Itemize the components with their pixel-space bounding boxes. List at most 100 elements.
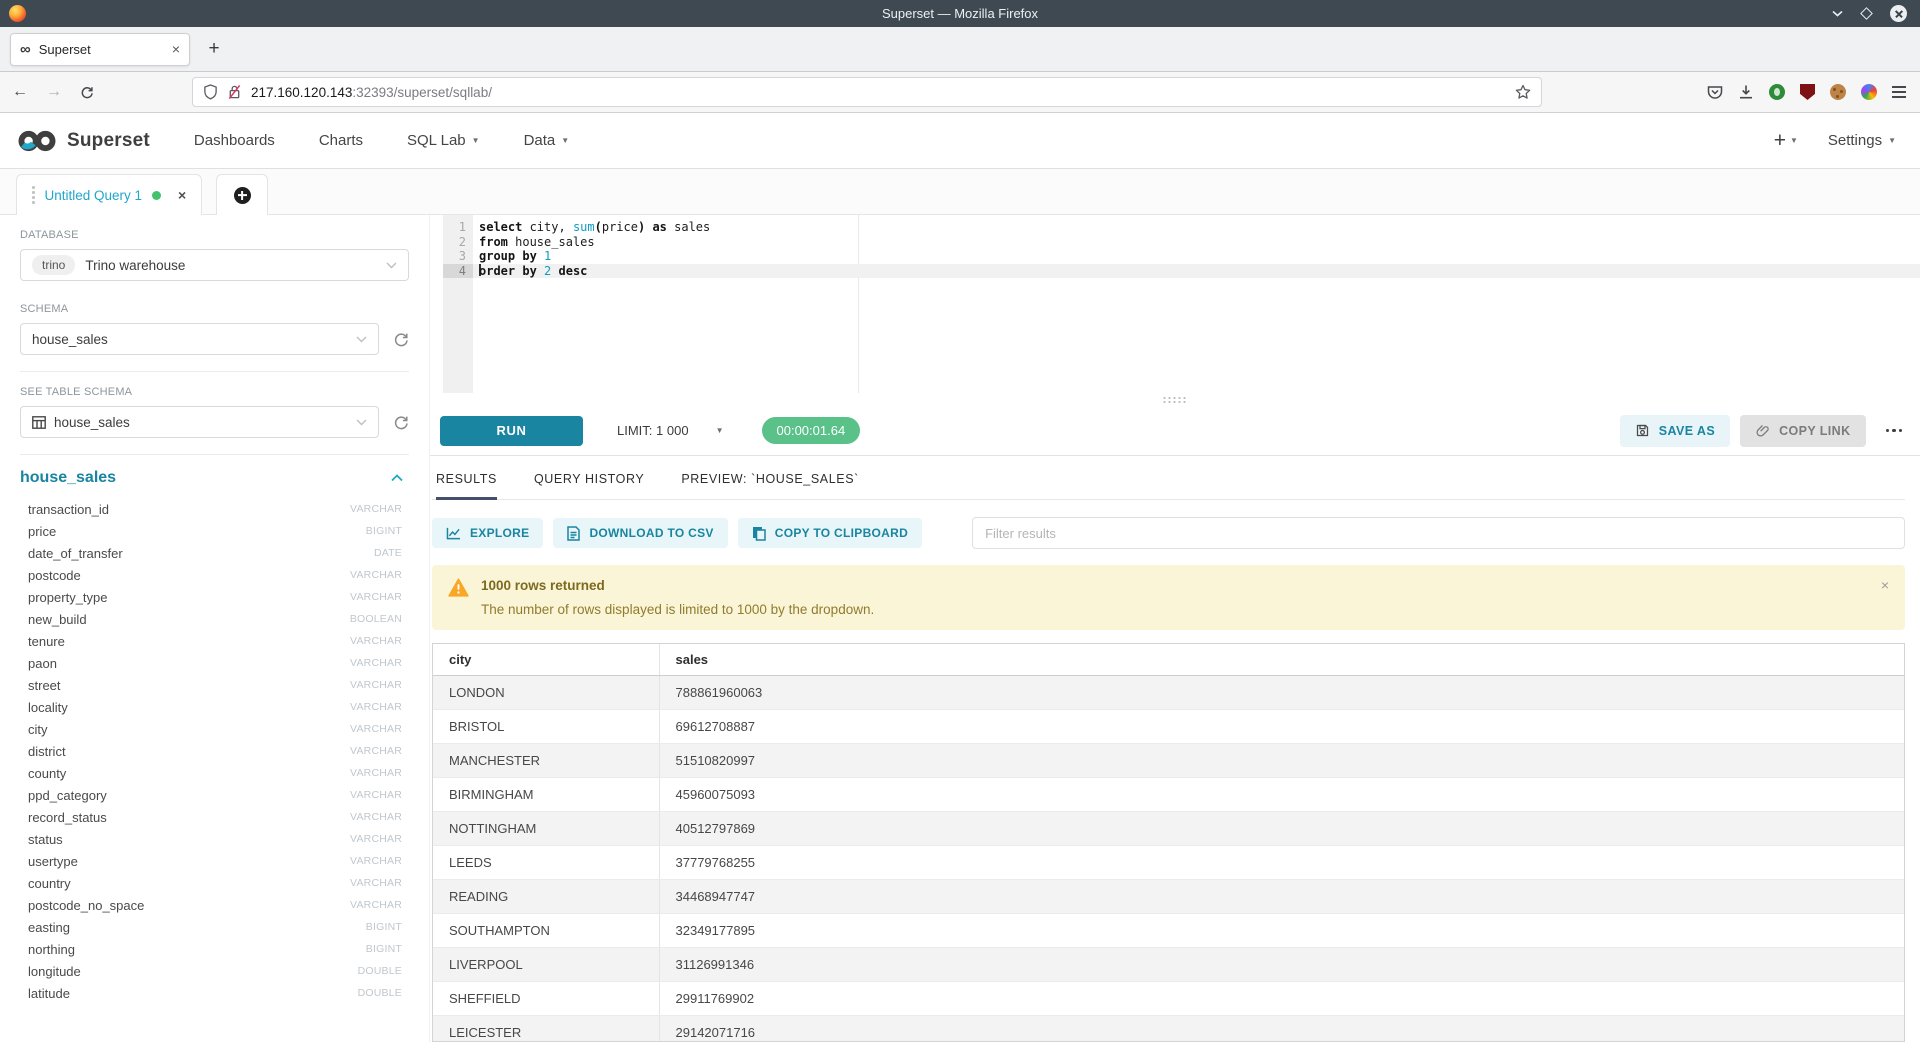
run-button[interactable]: RUN (440, 416, 583, 446)
column-row[interactable]: streetVARCHAR (20, 674, 409, 696)
column-row[interactable]: northingBIGINT (20, 938, 409, 960)
filter-results-input[interactable] (972, 517, 1905, 549)
tab-preview-house-sales[interactable]: PREVIEW: `HOUSE_SALES` (681, 472, 859, 499)
minimize-chevron-icon[interactable] (1832, 10, 1843, 17)
save-floppy-icon (1635, 423, 1650, 438)
column-row[interactable]: eastingBIGINT (20, 916, 409, 938)
superset-brand[interactable]: Superset (16, 128, 150, 154)
column-type: BIGINT (366, 921, 409, 933)
column-row[interactable]: record_statusVARCHAR (20, 806, 409, 828)
collapse-chevron-icon[interactable] (391, 474, 409, 482)
ellipsis-icon[interactable] (1882, 425, 1907, 437)
column-row[interactable]: cityVARCHAR (20, 718, 409, 740)
new-query-tab-button[interactable] (216, 174, 268, 215)
refresh-icon[interactable] (393, 414, 409, 430)
tab-close-icon[interactable]: × (172, 42, 180, 56)
refresh-icon[interactable] (393, 331, 409, 347)
maximize-diamond-icon[interactable] (1862, 9, 1871, 18)
warning-triangle-icon (448, 578, 469, 617)
column-row[interactable]: tenureVARCHAR (20, 630, 409, 652)
column-row[interactable]: latitudeDOUBLE (20, 982, 409, 1004)
column-row[interactable]: date_of_transferDATE (20, 542, 409, 564)
reload-icon[interactable] (80, 85, 94, 99)
save-as-button[interactable]: SAVE AS (1620, 415, 1730, 447)
download-icon[interactable] (1738, 84, 1754, 100)
column-row[interactable]: postcode_no_spaceVARCHAR (20, 894, 409, 916)
nav-item-sql-lab[interactable]: SQL Lab▼ (407, 132, 480, 149)
code-line[interactable]: from house_sales (479, 235, 1920, 250)
column-row[interactable]: property_typeVARCHAR (20, 586, 409, 608)
column-name: county (28, 766, 66, 781)
insecure-lock-icon[interactable] (227, 84, 242, 100)
table-cell: MANCHESTER (433, 744, 659, 778)
column-row[interactable]: priceBIGINT (20, 520, 409, 542)
ublock-shield-icon[interactable] (1800, 84, 1815, 100)
url-field[interactable]: 217.160.120.143:32393/superset/sqllab/ (192, 77, 1542, 107)
column-row[interactable]: new_buildBOOLEAN (20, 608, 409, 630)
new-item-menu[interactable]: +▼ (1774, 130, 1798, 151)
copy-clipboard-button[interactable]: COPY TO CLIPBOARD (738, 518, 922, 548)
database-select[interactable]: trino Trino warehouse (20, 249, 409, 281)
table-select[interactable]: house_sales (20, 406, 379, 438)
menu-hamburger-icon[interactable] (1892, 86, 1906, 97)
status-dot-icon (152, 191, 161, 200)
bookmark-star-icon[interactable] (1515, 84, 1531, 100)
close-circle-icon[interactable] (1890, 5, 1907, 22)
copy-link-button[interactable]: COPY LINK (1740, 415, 1865, 447)
pocket-icon[interactable] (1707, 85, 1723, 100)
code-line[interactable]: group by 1 (479, 249, 1920, 264)
table-title[interactable]: house_sales (20, 469, 116, 487)
column-type: VARCHAR (350, 745, 409, 757)
code-line[interactable]: order by 2 desc (473, 264, 1920, 279)
column-row[interactable]: usertypeVARCHAR (20, 850, 409, 872)
settings-menu[interactable]: Settings▼ (1828, 132, 1896, 149)
browser-tabstrip: ∞ Superset × + (0, 27, 1920, 72)
new-tab-plus-icon[interactable]: + (199, 34, 229, 64)
column-row[interactable]: postcodeVARCHAR (20, 564, 409, 586)
column-type: VARCHAR (350, 569, 409, 581)
column-row[interactable]: district VARCHAR (20, 740, 409, 762)
query-tab-close-icon[interactable]: × (178, 188, 186, 202)
results-column-header[interactable]: sales (659, 644, 1904, 676)
alert-close-icon[interactable]: × (1881, 578, 1889, 592)
nav-item-data[interactable]: Data▼ (524, 132, 570, 149)
explore-button[interactable]: EXPLORE (432, 518, 543, 548)
column-row[interactable]: ppd_categoryVARCHAR (20, 784, 409, 806)
nav-item-charts[interactable]: Charts (319, 132, 363, 149)
table-cell: 34468947747 (659, 880, 1904, 914)
window-titlebar: Superset — Mozilla Firefox (0, 0, 1920, 27)
tab-query-history[interactable]: QUERY HISTORY (534, 472, 644, 499)
results-column-header[interactable]: city (433, 644, 659, 676)
column-row[interactable]: statusVARCHAR (20, 828, 409, 850)
forward-arrow-icon[interactable]: → (46, 84, 62, 100)
drag-handle-icon[interactable] (32, 186, 35, 204)
query-tab-active[interactable]: Untitled Query 1 × (16, 174, 202, 215)
shield-icon[interactable] (203, 84, 218, 100)
plus-circle-icon (234, 187, 251, 204)
browser-tab[interactable]: ∞ Superset × (10, 33, 190, 66)
line-number: 4 (443, 264, 473, 279)
sql-editor[interactable]: 1234 select city, sum(price) as salesfro… (430, 215, 1920, 393)
column-row[interactable]: transaction_idVARCHAR (20, 498, 409, 520)
code-line[interactable]: select city, sum(price) as sales (479, 220, 1920, 235)
download-csv-button[interactable]: DOWNLOAD TO CSV (553, 518, 727, 548)
column-row[interactable]: paonVARCHAR (20, 652, 409, 674)
select-chevron-icon (386, 262, 397, 269)
pane-resize-handle[interactable] (430, 393, 1920, 406)
back-arrow-icon[interactable]: ← (12, 84, 28, 100)
column-row[interactable]: countryVARCHAR (20, 872, 409, 894)
limit-dropdown[interactable]: LIMIT: 1 000 ▼ (617, 423, 724, 438)
tab-results[interactable]: RESULTS (436, 472, 497, 499)
browser-toolbar: ← → 217.160.120.143:32393/superset/sqlla… (0, 72, 1920, 113)
column-row[interactable]: longitudeDOUBLE (20, 960, 409, 982)
column-name: district (28, 744, 66, 759)
column-row[interactable]: countyVARCHAR (20, 762, 409, 784)
schema-select[interactable]: house_sales (20, 323, 379, 355)
green-extension-icon[interactable] (1769, 84, 1785, 100)
column-name: price (28, 524, 56, 539)
nav-item-dashboards[interactable]: Dashboards (194, 132, 275, 149)
column-row[interactable]: localityVARCHAR (20, 696, 409, 718)
cookie-extension-icon[interactable] (1830, 84, 1846, 100)
editor-code[interactable]: select city, sum(price) as salesfrom hou… (473, 215, 1920, 393)
pinwheel-extension-icon[interactable] (1861, 84, 1877, 100)
